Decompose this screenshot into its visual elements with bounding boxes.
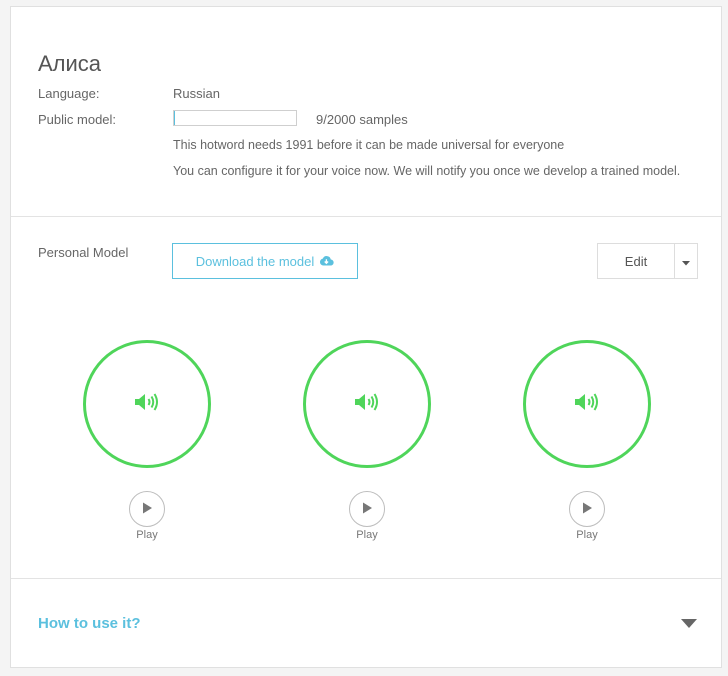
sample-indicator [523,340,651,468]
expand-toggle[interactable] [679,617,699,633]
volume-icon [573,392,601,417]
how-to-use-link[interactable]: How to use it? [38,615,141,632]
samples-count: 9/2000 samples [316,112,408,127]
download-model-label: Download the model [195,253,315,269]
play-button[interactable] [569,491,605,527]
play-label: Play [576,529,598,541]
play-icon [581,502,593,517]
language-value: Russian [173,86,220,101]
play-button[interactable] [349,491,385,527]
configure-note: You can configure it for your voice now.… [173,164,681,178]
sample-indicator [83,340,211,468]
download-model-button[interactable]: Download the model [172,243,358,279]
personal-model-label: Personal Model [38,245,129,260]
samples-progress-fill [174,111,175,125]
divider [11,216,721,217]
cloud-download-icon [319,254,334,269]
play-button[interactable] [129,491,165,527]
language-label: Language: [38,86,100,101]
sample-indicator [303,340,431,468]
edit-dropdown-toggle[interactable] [675,243,698,279]
universal-needs-note: This hotword needs 1991 before it can be… [173,138,565,152]
caret-down-icon [682,254,690,269]
edit-button[interactable]: Edit [597,243,675,279]
edit-button-group: Edit [597,243,698,279]
hotword-card: Алиса Language: Russian Public model: 9/… [10,6,722,668]
play-label: Play [136,529,158,541]
play-label: Play [356,529,378,541]
volume-icon [353,392,381,417]
hotword-title: Алиса [38,51,102,76]
samples-progress-bar [173,110,297,126]
triangle-down-icon [681,616,697,634]
volume-icon [133,392,161,417]
play-icon [361,502,373,517]
divider [11,578,721,579]
play-icon [141,502,153,517]
public-model-label: Public model: [38,112,117,127]
